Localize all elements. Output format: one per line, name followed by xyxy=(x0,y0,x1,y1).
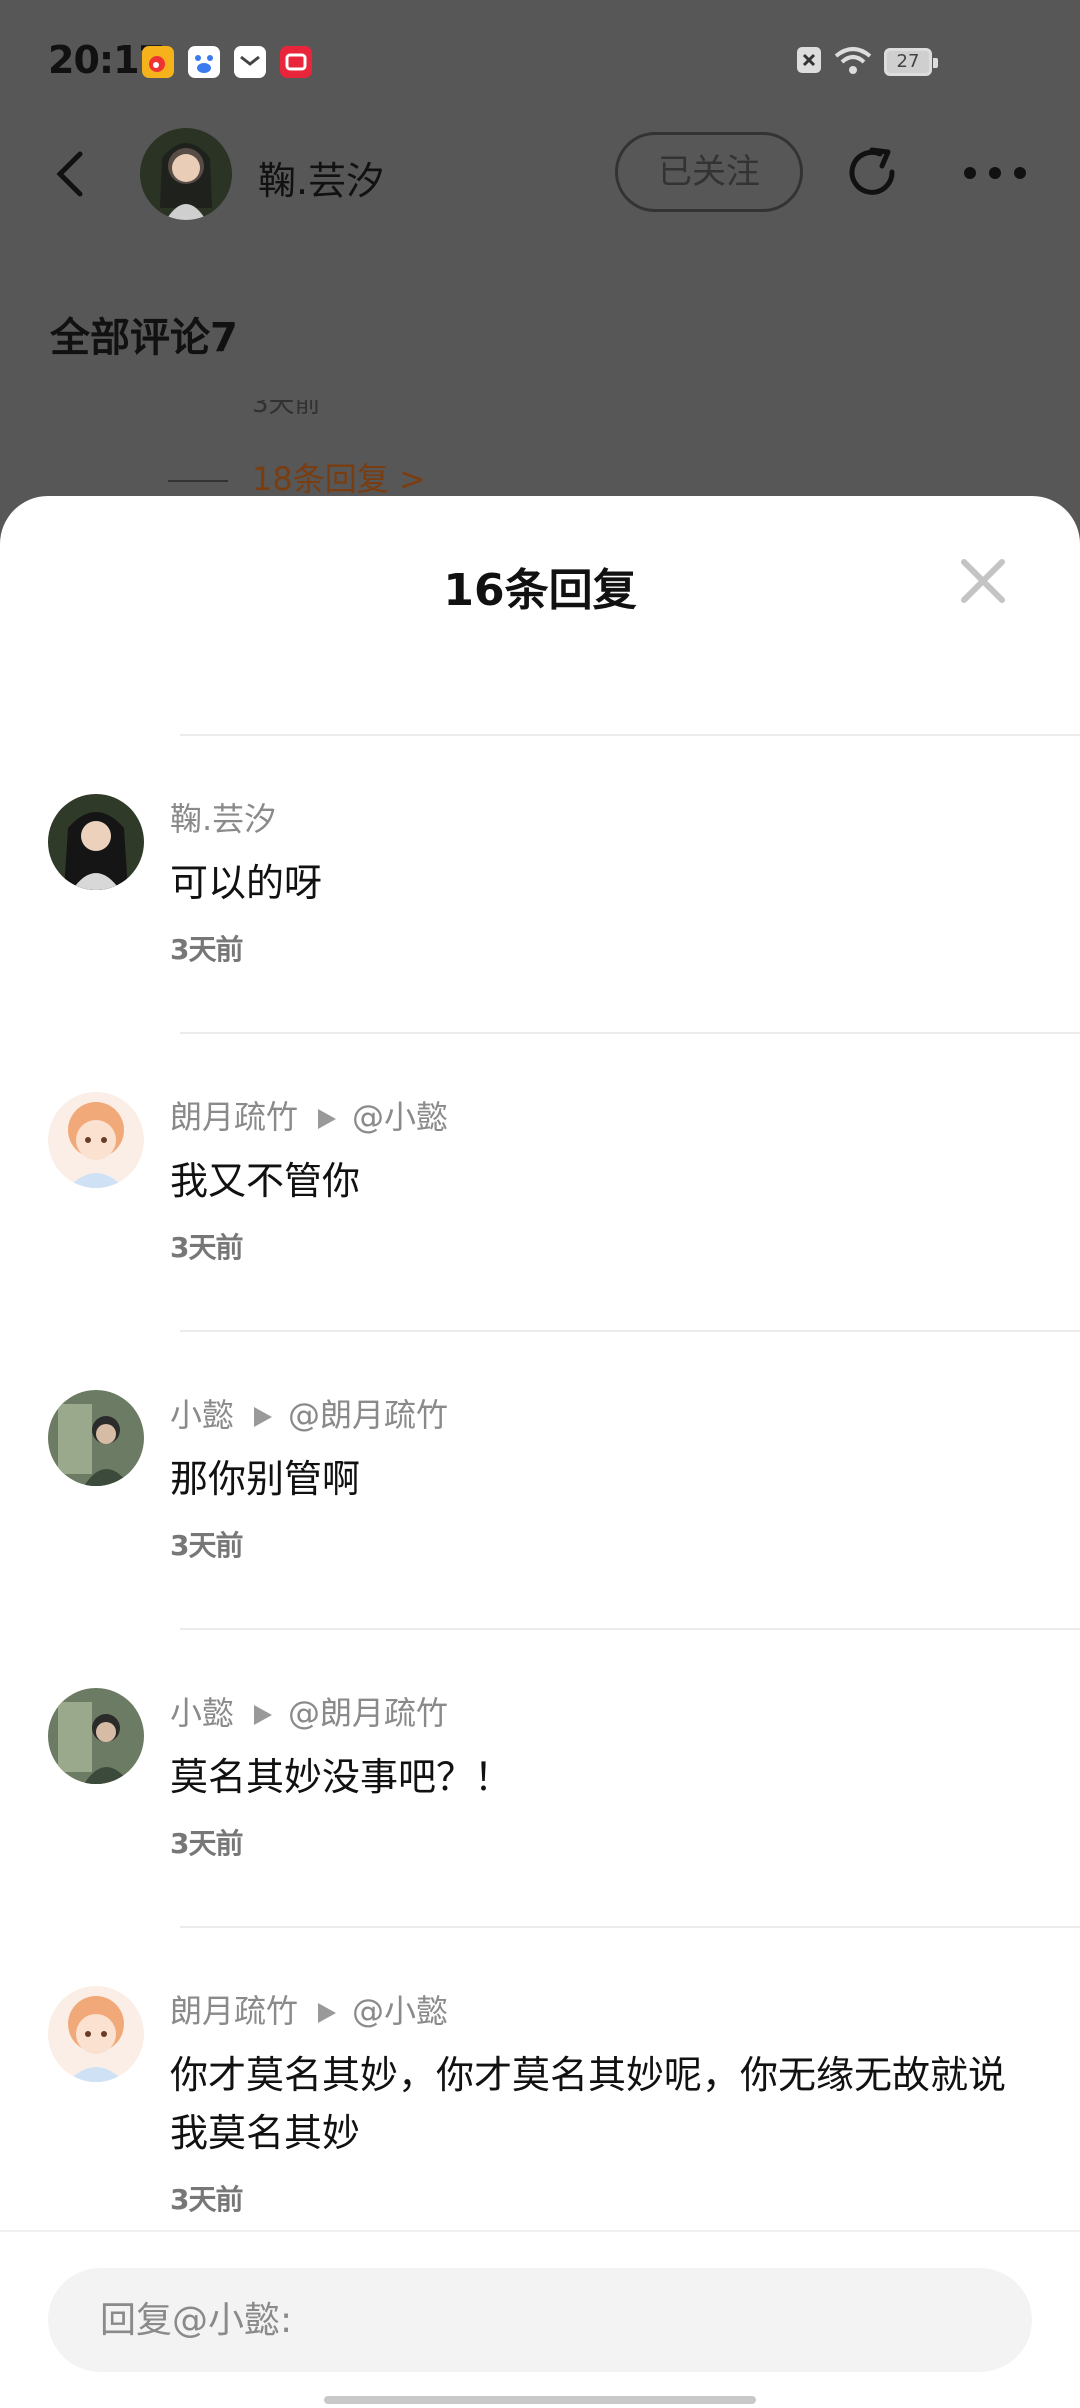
header-user-name[interactable]: 鞠.芸汐 xyxy=(258,150,384,205)
reply-meta: 鞠.芸汐 xyxy=(170,794,276,840)
share-icon xyxy=(849,147,895,195)
replies-sheet: 16条回复 鞠.芸汐 可以的呀 3天前 朗月疏竹 @小懿 我又不管你 3天前 小… xyxy=(0,496,1080,2408)
reply-to-arrow-icon xyxy=(254,1705,273,1725)
divider xyxy=(180,734,1080,736)
reply-text: 可以的呀 xyxy=(170,861,323,905)
header-avatar[interactable] xyxy=(140,128,232,220)
reply-meta: 朗月疏竹 @小懿 xyxy=(170,1986,448,2032)
reply-author[interactable]: 鞠.芸汐 xyxy=(170,800,276,838)
wifi-icon xyxy=(834,46,872,80)
reply-meta: 朗月疏竹 @小懿 xyxy=(170,1092,448,1138)
reply-author[interactable]: 小懿 xyxy=(170,1396,234,1434)
reply-to-arrow-icon xyxy=(318,1109,337,1129)
status-bar: 20:17 27 xyxy=(0,0,1080,110)
follow-button[interactable]: 已关注 xyxy=(615,132,803,212)
divider xyxy=(180,1628,1080,1630)
reply-text: 我又不管你 xyxy=(170,1159,361,1203)
home-indicator[interactable] xyxy=(324,2396,756,2404)
record-icon xyxy=(280,46,312,78)
reply-to-arrow-icon xyxy=(254,1407,273,1427)
reply-target[interactable]: @朗月疏竹 xyxy=(288,1694,448,1732)
divider-line xyxy=(168,480,228,482)
more-button[interactable] xyxy=(960,160,1030,186)
background-replies-link[interactable]: 18条回复 > xyxy=(168,454,426,500)
avatar[interactable] xyxy=(48,1092,144,1188)
sheet-title: 16条回复 xyxy=(443,565,637,616)
comments-section-title: 全部评论7 xyxy=(50,315,238,361)
avatar[interactable] xyxy=(48,1390,144,1486)
reply-to-arrow-icon xyxy=(318,2003,337,2023)
reply-time: 3天前 xyxy=(170,2183,243,2216)
reply-meta: 小懿 @朗月疏竹 xyxy=(170,1390,448,1436)
avatar[interactable] xyxy=(48,1688,144,1784)
reply-input[interactable] xyxy=(48,2268,1032,2372)
back-button[interactable] xyxy=(44,146,100,202)
reply-target[interactable]: @小懿 xyxy=(352,1992,448,2030)
reply-author[interactable]: 朗月疏竹 xyxy=(170,1098,298,1136)
reply-time: 3天前 xyxy=(170,1827,243,1860)
battery-icon: 27 xyxy=(884,48,938,76)
replies-link-label: 18条回复 > xyxy=(252,460,426,498)
baidu-icon xyxy=(188,46,220,78)
screen: 20:17 27 鞠.芸汐 已关注 全部评论7 3天前 18条回复 > 16条回… xyxy=(0,0,1080,2408)
reply-author[interactable]: 朗月疏竹 xyxy=(170,1992,298,2030)
avatar[interactable] xyxy=(48,1986,144,2082)
back-arrow-icon xyxy=(56,151,83,197)
notification-off-icon xyxy=(796,46,822,78)
reply-target[interactable]: @朗月疏竹 xyxy=(288,1396,448,1434)
close-icon xyxy=(961,559,1005,603)
divider xyxy=(180,1926,1080,1928)
weibo-icon xyxy=(142,46,174,78)
close-button[interactable] xyxy=(958,556,1008,606)
reply-time: 3天前 xyxy=(170,1529,243,1562)
background-comment-time: 3天前 xyxy=(252,400,321,419)
more-dots-icon xyxy=(964,167,1026,179)
reply-target[interactable]: @小懿 xyxy=(352,1098,448,1136)
reply-time: 3天前 xyxy=(170,933,243,966)
reply-text: 那你别管啊 xyxy=(170,1457,361,1501)
reply-author[interactable]: 小懿 xyxy=(170,1694,234,1732)
reply-text: 莫名其妙没事吧？！ xyxy=(170,1755,513,1799)
share-button[interactable] xyxy=(842,142,906,206)
reply-text: 你才莫名其妙，你才莫名其妙呢，你无缘无故就说我莫名其妙 xyxy=(170,2053,1007,2155)
divider xyxy=(180,1330,1080,1332)
mail-icon xyxy=(234,46,266,78)
header: 鞠.芸汐 已关注 xyxy=(0,120,1080,230)
divider xyxy=(180,1032,1080,1034)
reply-input-bar xyxy=(0,2230,1080,2408)
reply-meta: 小懿 @朗月疏竹 xyxy=(170,1688,448,1734)
reply-time: 3天前 xyxy=(170,1231,243,1264)
avatar[interactable] xyxy=(48,794,144,890)
